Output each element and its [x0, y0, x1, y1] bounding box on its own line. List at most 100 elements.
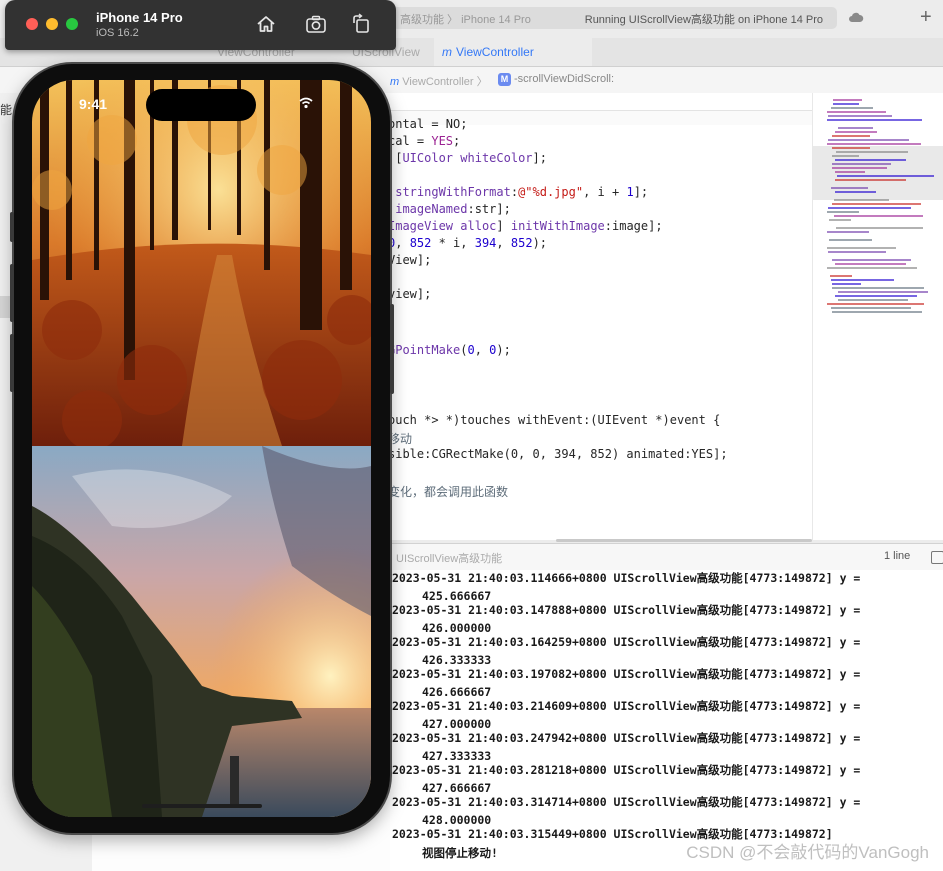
console-log-value: 428.000000 — [422, 813, 492, 827]
rotate-icon[interactable] — [350, 13, 372, 35]
dynamic-island — [146, 89, 256, 121]
add-icon[interactable]: + — [920, 6, 932, 29]
console-entry: 2023-05-31 21:40:03.314714+0800 UIScroll… — [392, 794, 932, 827]
activity-view: 高级功能 〉 iPhone 14 Pro Running UIScrollVie… — [392, 7, 837, 29]
minimap-line — [831, 307, 911, 309]
minimap-line — [828, 115, 892, 117]
minimap-line — [830, 275, 852, 277]
cloud-icon[interactable] — [848, 10, 864, 26]
minimap-line — [829, 239, 872, 241]
minimap-line — [831, 187, 868, 189]
minimap-line — [828, 251, 886, 253]
iphone-screen[interactable]: 9:41 — [32, 80, 371, 817]
minimap-line — [834, 215, 923, 217]
code-line: imageNamed:str]; — [395, 202, 511, 216]
jumpbar-file[interactable]: m ViewController 〉 — [390, 73, 488, 89]
power-button — [390, 304, 394, 394]
simulator-titlebar: iPhone 14 Pro iOS 16.2 — [5, 0, 396, 50]
code-editor[interactable]: ontal = NO; cal = YES; [UIColor whiteColo… — [390, 93, 812, 540]
screenshot-icon[interactable] — [305, 13, 327, 35]
minimap-line — [831, 107, 873, 109]
console-layout-icon[interactable] — [931, 551, 943, 564]
console-header: UIScrollView高级功能 1 line — [390, 543, 943, 572]
console-entry: 2023-05-31 21:40:03.247942+0800 UIScroll… — [392, 730, 932, 763]
os-version: iOS 16.2 — [96, 27, 139, 39]
minimap-line — [837, 175, 934, 177]
console-log-prefix: 2023-05-31 21:40:03.247942+0800 UIScroll… — [392, 731, 861, 745]
console-log-prefix: 2023-05-31 21:40:03.314714+0800 UIScroll… — [392, 795, 861, 809]
navigator-label: 能 — [0, 103, 13, 117]
minimap-line — [836, 227, 923, 229]
console-entry: 2023-05-31 21:40:03.147888+0800 UIScroll… — [392, 602, 932, 635]
console-log-prefix: 2023-05-31 21:40:03.164259+0800 UIScroll… — [392, 635, 861, 649]
minimap-line — [828, 139, 909, 141]
code-line: View]; — [390, 253, 432, 267]
console-entry: 2023-05-31 21:40:03.214609+0800 UIScroll… — [392, 698, 932, 731]
minimap-line — [835, 159, 906, 161]
activity-status: Running UIScrollView高级功能 on iPhone 14 Pr… — [584, 14, 823, 26]
minimap-line — [838, 291, 928, 293]
jumpbar-file-label: ViewController — [402, 76, 474, 88]
home-indicator[interactable] — [142, 804, 262, 808]
method-badge-icon: M — [498, 73, 511, 86]
minimap-line — [827, 247, 896, 249]
console-entry: 2023-05-31 21:40:03.197082+0800 UIScroll… — [392, 666, 932, 699]
watermark: CSDN @不会敲代码的VanGogh — [686, 843, 929, 862]
minimap-line — [828, 207, 911, 209]
minimap-line — [832, 311, 922, 313]
minimap-line — [832, 259, 911, 261]
minimap-line — [831, 279, 894, 281]
minimap-line — [827, 119, 922, 121]
debug-console[interactable]: 2023-05-31 21:40:03.114666+0800 UIScroll… — [390, 570, 943, 871]
console-log-prefix: 2023-05-31 21:40:03.214609+0800 UIScroll… — [392, 699, 861, 713]
code-line: stringWithFormat:@"%d.jpg", i + 1]; — [395, 185, 649, 199]
jumpbar-method-label: -scrollViewDidScroll: — [514, 73, 615, 85]
console-log-value: 427.666667 — [422, 781, 492, 795]
code-line: 移动 — [390, 432, 413, 446]
minimap-line — [832, 287, 924, 289]
code-line: ouch *> *)touches withEvent:(UIEvent *)e… — [390, 413, 721, 427]
console-log-prefix: 2023-05-31 21:40:03.147888+0800 UIScroll… — [392, 603, 861, 617]
minimap-line — [832, 283, 861, 285]
minimap-line — [827, 267, 917, 269]
console-log-value: 427.333333 — [422, 749, 492, 763]
console-log-value: 425.666667 — [422, 589, 492, 603]
minimap-line — [829, 219, 851, 221]
console-target-name: UIScrollView高级功能 — [396, 553, 503, 565]
minimap-line — [827, 143, 921, 145]
minimap-line — [827, 231, 869, 233]
home-icon[interactable] — [255, 13, 277, 35]
device-name: iPhone 14 Pro — [96, 10, 183, 25]
code-line: [UIColor whiteColor]; — [395, 151, 547, 165]
console-entry: 2023-05-31 21:40:03.164259+0800 UIScroll… — [392, 634, 932, 667]
status-bar-time: 9:41 — [79, 96, 108, 112]
console-line-count: 1 line — [884, 550, 911, 562]
code-line: 变化，都会调用此函数 — [390, 485, 509, 499]
code-line: 0, 852 * i, 394, 852); — [390, 236, 548, 250]
minimap-line — [833, 99, 862, 101]
console-log-value: 426.666667 — [422, 685, 492, 699]
objc-file-icon: m — [442, 45, 452, 59]
minimap-line — [833, 103, 859, 105]
minimap-line — [835, 179, 906, 181]
minimap[interactable] — [812, 93, 943, 540]
console-log-value: 427.000000 — [422, 717, 492, 731]
minimap-line — [832, 147, 870, 149]
minimap-line — [832, 155, 859, 157]
code-line: GPointMake(0, 0); — [390, 343, 511, 357]
jumpbar-method[interactable]: M -scrollViewDidScroll: — [498, 73, 614, 86]
tab-viewcontroller-m[interactable]: m ViewController — [434, 38, 592, 66]
minimap-line — [838, 299, 908, 301]
console-log-prefix: 2023-05-31 21:40:03.114666+0800 UIScroll… — [392, 571, 861, 585]
code-line: ImageView alloc] initWithImage:image]; — [390, 219, 663, 233]
code-line: ontal = NO; — [390, 117, 468, 131]
autumn-forest-photo — [32, 80, 371, 446]
mute-switch — [10, 212, 14, 242]
close-button[interactable] — [26, 18, 38, 30]
console-entry: 2023-05-31 21:40:03.114666+0800 UIScroll… — [392, 570, 932, 603]
minimap-line — [827, 211, 859, 213]
code-horizontal-scrollbar[interactable] — [556, 539, 812, 542]
minimize-button[interactable] — [46, 18, 58, 30]
zoom-button[interactable] — [66, 18, 78, 30]
code-line: sible:CGRectMake(0, 0, 394, 852) animate… — [390, 447, 728, 461]
